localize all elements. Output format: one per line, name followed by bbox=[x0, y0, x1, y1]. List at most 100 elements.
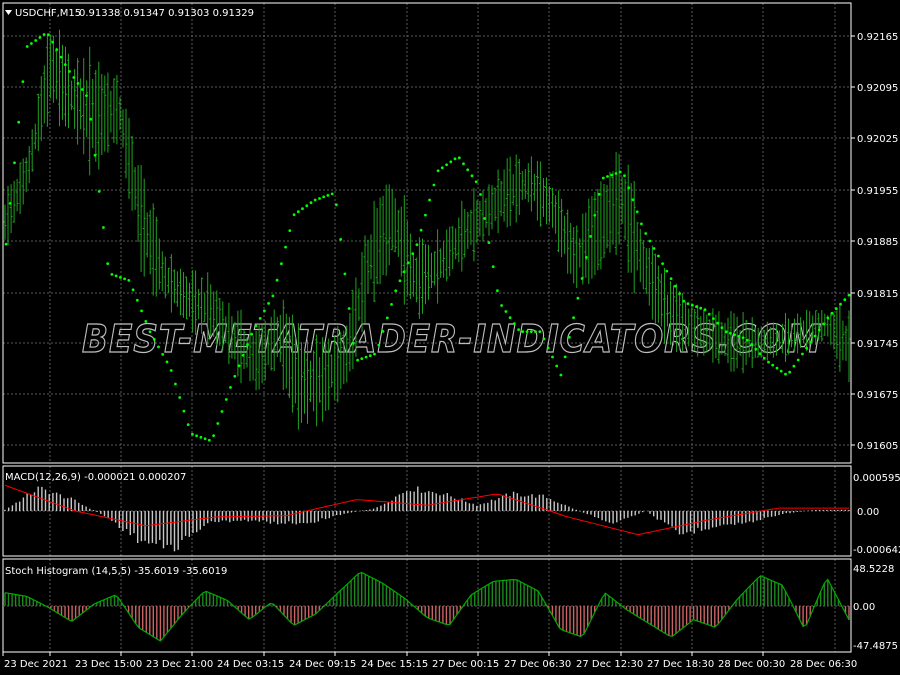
sar-dot bbox=[25, 45, 29, 48]
sar-dot bbox=[648, 239, 652, 243]
sar-dot bbox=[254, 324, 258, 328]
sar-dot bbox=[326, 194, 330, 197]
sar-dot bbox=[212, 434, 216, 437]
sar-dot bbox=[246, 343, 249, 347]
sar-dot bbox=[695, 305, 698, 309]
sar-dot bbox=[59, 55, 63, 59]
sar-dot bbox=[801, 352, 804, 356]
stoch-label: Stoch Histogram (14,5,5) -35.6019 -35.60… bbox=[5, 566, 227, 577]
sar-dot bbox=[453, 157, 457, 161]
sar-dot bbox=[305, 204, 309, 208]
sar-dot bbox=[30, 42, 33, 45]
time-tick-label: 24 Dec 03:15 bbox=[217, 659, 284, 670]
sar-dot bbox=[97, 190, 101, 193]
sar-dot bbox=[750, 343, 753, 347]
sar-dot bbox=[673, 284, 677, 288]
triangle-down-icon[interactable] bbox=[5, 10, 12, 15]
sar-dot bbox=[280, 262, 283, 266]
sar-dot bbox=[288, 229, 292, 233]
sar-dot bbox=[152, 338, 156, 341]
sar-dot bbox=[546, 346, 550, 350]
macd-axis: 0.000595 0.00 -0.000642 bbox=[853, 473, 900, 556]
sar-dot bbox=[169, 369, 173, 372]
sar-dot bbox=[741, 336, 745, 340]
sar-dot bbox=[368, 354, 372, 357]
sar-dot bbox=[745, 338, 749, 342]
stoch-histogram bbox=[4, 572, 850, 641]
sar-dot bbox=[55, 48, 59, 51]
sar-dot bbox=[339, 238, 343, 241]
sar-dot bbox=[76, 82, 80, 85]
sar-dot bbox=[407, 261, 410, 265]
sar-dot bbox=[601, 176, 605, 180]
time-tick-label: 28 Dec 06:30 bbox=[790, 659, 857, 670]
sar-dot bbox=[792, 364, 796, 368]
sar-dot bbox=[491, 265, 495, 268]
sar-dot bbox=[195, 434, 199, 438]
sar-dot bbox=[517, 328, 520, 331]
sar-dot bbox=[119, 276, 122, 279]
sar-dot bbox=[110, 273, 114, 276]
sar-dot bbox=[203, 437, 207, 441]
sar-dot bbox=[178, 396, 182, 399]
sar-dot bbox=[707, 312, 711, 316]
sar-dot bbox=[487, 241, 491, 245]
stoch-tick-label: -47.4875 bbox=[853, 641, 898, 652]
sar-dot bbox=[606, 175, 609, 178]
sar-dot bbox=[394, 289, 398, 293]
sar-dot bbox=[830, 311, 834, 315]
sar-dot bbox=[542, 337, 546, 341]
sar-dot bbox=[8, 202, 12, 205]
chart-window[interactable]: BEST-METATRADER-INDICATORS.COM 0.92165 0.… bbox=[0, 0, 900, 675]
sar-dot bbox=[839, 302, 842, 306]
sar-dot bbox=[296, 210, 300, 214]
macd-tick-label: 0.000595 bbox=[853, 473, 900, 484]
sar-dot bbox=[686, 302, 690, 306]
sar-dot bbox=[623, 174, 626, 178]
sar-dot bbox=[568, 335, 571, 339]
sar-dot bbox=[390, 303, 393, 306]
symbol-label: USDCHF,M15 bbox=[15, 8, 81, 19]
sar-dot bbox=[597, 192, 601, 196]
sar-dot bbox=[716, 321, 720, 325]
sar-dot bbox=[657, 254, 660, 258]
sar-dot bbox=[699, 306, 703, 310]
sar-dot bbox=[779, 369, 783, 373]
sar-dot bbox=[729, 331, 732, 335]
sar-dot bbox=[496, 289, 499, 293]
sar-dot bbox=[585, 256, 588, 259]
sar-dot bbox=[174, 382, 177, 386]
sar-dot bbox=[682, 299, 686, 303]
sar-dot bbox=[508, 316, 512, 319]
sar-dot bbox=[157, 345, 160, 349]
sar-dot bbox=[432, 183, 436, 187]
sar-dot bbox=[690, 303, 694, 307]
sar-dot bbox=[563, 355, 567, 359]
sar-dot bbox=[834, 307, 838, 311]
sar-dot bbox=[457, 156, 461, 160]
sar-dot bbox=[529, 330, 533, 333]
time-tick-label: 27 Dec 06:30 bbox=[504, 659, 571, 670]
macd-histogram bbox=[4, 486, 850, 552]
sar-dot bbox=[38, 36, 42, 39]
sar-dot bbox=[106, 262, 110, 265]
time-axis: 23 Dec 2021 23 Dec 15:00 23 Dec 21:00 24 De… bbox=[2, 652, 857, 670]
sar-dot bbox=[665, 269, 669, 273]
sar-dot bbox=[703, 308, 707, 312]
sar-dot bbox=[360, 357, 364, 360]
sar-dot bbox=[669, 277, 673, 280]
sar-dot bbox=[470, 174, 474, 178]
macd-tick-label: -0.000642 bbox=[853, 545, 900, 556]
sar-dot bbox=[733, 333, 736, 337]
sar-dot bbox=[127, 279, 131, 282]
macd-tick-label: 0.00 bbox=[857, 507, 879, 518]
sar-dot bbox=[347, 307, 351, 310]
chart-canvas[interactable]: BEST-METATRADER-INDICATORS.COM 0.921650.… bbox=[0, 0, 900, 675]
sar-dot bbox=[555, 364, 559, 368]
macd-label: MACD(12,26,9) -0.000021 0.000207 bbox=[5, 472, 186, 483]
sar-dot bbox=[449, 160, 453, 164]
stoch-tick-label: 0.00 bbox=[853, 602, 875, 613]
sar-dot bbox=[343, 272, 347, 276]
sar-dot bbox=[356, 358, 359, 362]
sar-dot bbox=[263, 309, 266, 313]
